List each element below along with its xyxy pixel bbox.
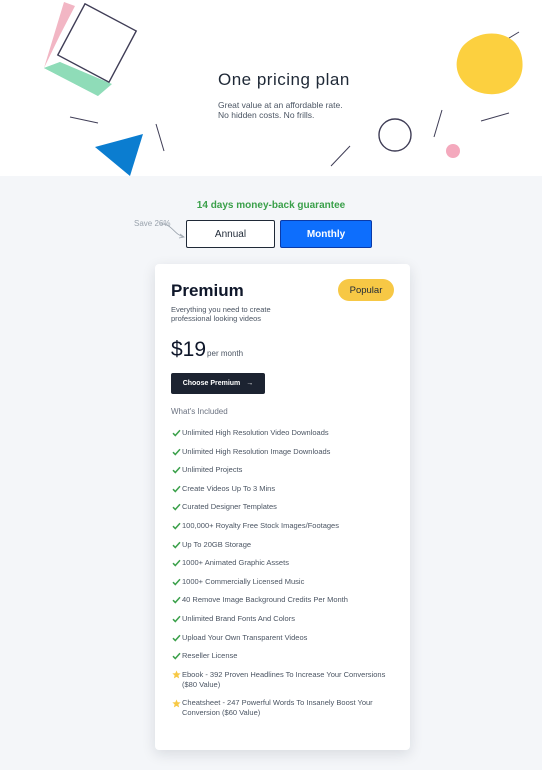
check-icon [171,540,181,550]
check-icon [171,484,181,494]
pricing-card: Premium Popular Everything you need to c… [155,264,410,750]
feature-item: Curated Designer Templates [171,502,399,512]
feature-text: Unlimited High Resolution Video Download… [182,428,329,437]
plan-description: Everything you need to create profession… [171,305,271,323]
feature-text: 100,000+ Royalty Free Stock Images/Foota… [182,520,339,530]
feature-item: 1000+ Commercially Licensed Music [171,577,399,587]
hero-section: One pricing plan Great value at an affor… [0,0,542,176]
yellow-blob-icon [456,33,523,95]
feature-item: Ebook - 392 Proven Headlines To Increase… [171,670,399,690]
triangle-shape-icon [95,134,143,176]
guarantee-text: 14 days money-back guarantee [196,200,346,211]
check-icon [171,465,181,475]
price: $19 per month [171,338,243,362]
check-icon [171,521,181,531]
feature-text: Reseller License [182,651,238,661]
monthly-toggle-button[interactable]: Monthly [280,220,372,248]
check-icon [171,558,181,568]
pink-dot-icon [446,144,460,158]
check-icon [171,633,181,643]
check-icon [171,577,181,587]
feature-item: Up To 20GB Storage [171,540,399,550]
check-icon [171,502,181,512]
popular-badge: Popular [338,279,394,301]
feature-item: Unlimited Brand Fonts And Colors [171,614,399,624]
price-period: per month [207,349,244,358]
feature-item: 40 Remove Image Background Credits Per M… [171,595,399,605]
feature-item: Reseller License [171,651,399,661]
feature-item: Unlimited Projects [171,465,399,475]
hero-subtitle-line: No hidden costs. No frills. [218,110,315,120]
plan-name: Premium [171,281,244,300]
check-icon [171,614,181,624]
feature-item: Unlimited High Resolution Image Download… [171,447,399,457]
check-icon [171,428,181,438]
ring-shape-icon [378,118,412,152]
check-icon [171,447,181,457]
included-heading: What's Included [171,407,228,416]
feature-item: 1000+ Animated Graphic Assets [171,558,399,568]
star-icon [171,698,181,708]
cube-shape-icon [44,2,138,96]
feature-text: Unlimited Projects [182,465,243,475]
feature-list: Unlimited High Resolution Video Download… [171,428,399,727]
star-icon [171,670,181,680]
feature-text: Curated Designer Templates [182,502,277,512]
choose-premium-button[interactable]: Choose Premium → [171,373,265,394]
curved-arrow-icon [159,223,185,239]
feature-item: Create Videos Up To 3 Mins [171,484,399,494]
feature-item: Unlimited High Resolution Video Download… [171,428,399,438]
annual-toggle-button[interactable]: Annual [186,220,275,248]
feature-text: Unlimited Brand Fonts And Colors [182,613,295,623]
arrow-right-icon: → [246,380,254,387]
price-amount: $19 [171,338,207,361]
feature-text: Create Videos Up To 3 Mins [182,483,276,493]
choose-premium-label: Choose Premium [182,380,241,387]
hero-subtitle: Great value at an affordable rate. No hi… [218,100,343,120]
hero-subtitle-line: Great value at an affordable rate. [218,100,343,110]
feature-text: Cheatsheet - 247 Powerful Words To Insan… [182,698,373,718]
feature-text: Upload Your Own Transparent Videos [182,632,308,642]
feature-text: 1000+ Commercially Licensed Music [182,576,305,586]
feature-text: Ebook - 392 Proven Headlines To Increase… [182,669,386,689]
feature-item: Cheatsheet - 247 Powerful Words To Insan… [171,698,399,718]
feature-text: 40 Remove Image Background Credits Per M… [182,595,348,605]
page-title: One pricing plan [218,70,350,89]
feature-text: Up To 20GB Storage [182,539,252,549]
feature-text: 1000+ Animated Graphic Assets [182,558,289,568]
feature-item: Upload Your Own Transparent Videos [171,633,399,643]
check-icon [171,651,181,661]
check-icon [171,595,181,605]
feature-item: 100,000+ Royalty Free Stock Images/Foota… [171,521,399,531]
feature-text: Unlimited High Resolution Image Download… [182,446,331,456]
